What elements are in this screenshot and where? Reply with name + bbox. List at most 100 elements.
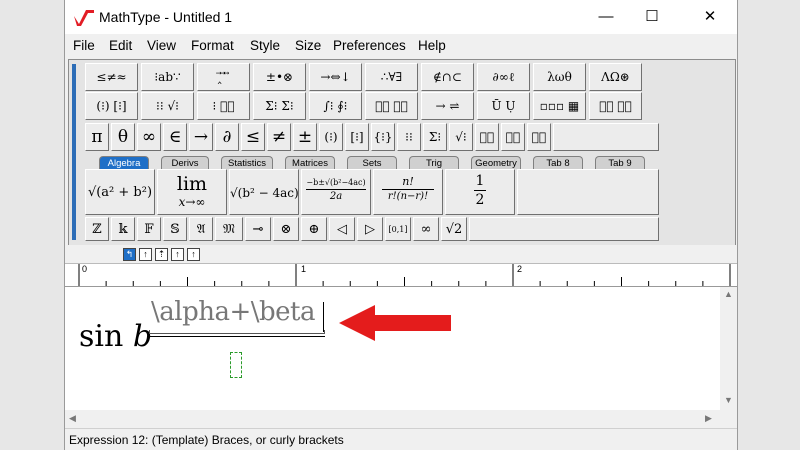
menu-format[interactable]: Format [191,38,234,53]
symbol-double-s[interactable]: 𝕊 [163,217,187,241]
vertical-scrollbar[interactable]: ▲ ▼ [720,287,737,410]
symbol-sqrt-two[interactable]: √2 [441,217,467,241]
template-one-half[interactable]: 1 2 [445,169,515,215]
maximize-button[interactable]: ☐ [629,0,675,34]
palette-relations[interactable]: ≤≠≈ [85,63,138,91]
symbol-row-empty-slot[interactable] [553,123,659,151]
menu-edit[interactable]: Edit [109,38,132,53]
palette-labeled-arrows[interactable]: → ⇌ [421,92,474,120]
palette-sets[interactable]: ∉∩⊂ [421,63,474,91]
palette-bars[interactable]: ⁝⃞ ⁝⃞ [365,92,418,120]
palette-embellishments[interactable]: ‸⃗ ⃗ ⃡ [197,63,250,91]
template-empty-slot[interactable] [517,169,659,215]
menu-help[interactable]: Help [418,38,446,53]
palette-arrows[interactable]: →⇔↓ [309,63,362,91]
symbol-right-triangle[interactable]: ▷ [357,217,383,241]
palette-logic[interactable]: ∴∀∃ [365,63,418,91]
tab-9[interactable]: Tab 9 [595,156,645,169]
symbol-left-triangle[interactable]: ◁ [329,217,355,241]
tab-sets[interactable]: Sets [347,156,397,169]
toolbar-grip[interactable] [72,64,76,240]
palette-misc[interactable]: ∂∞ℓ [477,63,530,91]
scroll-up-arrow-icon[interactable]: ▲ [724,289,733,299]
template-sum[interactable]: Σ⁝ [423,123,447,151]
palette-greek-upper[interactable]: ΛΩ⊛ [589,63,642,91]
symbol-plusminus[interactable]: ± [293,123,317,151]
resize-corner[interactable] [720,410,737,427]
palette-boxes[interactable]: ⁝⃞ ⁝⃞ [589,92,642,120]
symbol-fraktur-a[interactable]: 𝔄 [189,217,213,241]
close-button[interactable]: ✕ [687,0,733,34]
scroll-left-arrow-icon[interactable]: ◀ [69,413,76,424]
symbol-double-k[interactable]: 𝕜 [111,217,135,241]
palette-operators[interactable]: ±•⊗ [253,63,306,91]
nav-button-2[interactable]: ↑ [139,248,152,261]
tab-matrices[interactable]: Matrices [285,156,335,169]
symbol-arrow[interactable]: → [189,123,213,151]
menu-size[interactable]: Size [295,38,321,53]
symbol-fraktur-m[interactable]: 𝔐 [215,217,243,241]
symbol-theta[interactable]: θ [111,123,135,151]
menu-file[interactable]: File [73,38,95,53]
scroll-down-arrow-icon[interactable]: ▼ [724,395,733,405]
symbol-infinity[interactable]: ∞ [137,123,161,151]
palette-spaces[interactable]: ⁝ab∵ [141,63,194,91]
tab-8[interactable]: Tab 8 [533,156,583,169]
template-braces[interactable]: {⁝} [371,123,395,151]
template-discriminant[interactable]: √(b² − 4ac) [229,169,299,215]
symbol-infinity-small[interactable]: ∞ [413,217,439,241]
palette-integrals[interactable]: ∫⁝ ∮⁝ [309,92,362,120]
template-limit[interactable]: lim x→∞ [157,169,227,215]
horizontal-scrollbar[interactable]: ◀ ▶ [65,410,720,427]
template-combination-bottom: r!(n−r)! [387,191,429,202]
symbol-double-z[interactable]: ℤ [85,217,109,241]
menu-style[interactable]: Style [250,38,280,53]
tab-geometry[interactable]: Geometry [471,156,521,169]
template-quadratic[interactable]: −b±√(b²−4ac) 2a [301,169,371,215]
nav-button-1[interactable]: ↰ [123,248,136,261]
equation-editing-area[interactable]: sin b \alpha+\beta [65,287,720,410]
denominator-slot[interactable] [230,352,242,378]
symbol-element-of[interactable]: ∈ [163,123,187,151]
menu-view[interactable]: View [147,38,176,53]
formula-numerator[interactable]: \alpha+\beta [151,297,316,327]
palette-matrices[interactable]: ▫▫▫ ▦ [533,92,586,120]
symbol-interval[interactable]: [0,1] [385,217,411,241]
scroll-right-arrow-icon[interactable]: ▶ [705,413,712,424]
template-parens[interactable]: (⁝) [319,123,343,151]
template-sqrt[interactable]: √⁝ [449,123,473,151]
symbol-otimes[interactable]: ⊗ [273,217,299,241]
template-subsup[interactable]: ⁝⃞ [527,123,551,151]
template-superscript[interactable]: ⁝⃞ [475,123,499,151]
symbol-oplus[interactable]: ⊕ [301,217,327,241]
symbol-multimap[interactable]: ⊸ [245,217,271,241]
template-pythagorean[interactable]: √(a² + b²) [85,169,155,215]
tab-statistics[interactable]: Statistics [221,156,273,169]
menu-preferences[interactable]: Preferences [333,38,406,53]
palette-scripts[interactable]: ⁝ ⁝⃞ [197,92,250,120]
nav-button-4[interactable]: ↑ [171,248,184,261]
symbol-double-f[interactable]: 𝔽 [137,217,161,241]
symbol-partial[interactable]: ∂ [215,123,239,151]
small-row-empty-slot[interactable] [469,217,659,241]
template-subscript[interactable]: ⁝⃞ [501,123,525,151]
palette-products[interactable]: Ū Ụ [477,92,530,120]
tab-trig[interactable]: Trig [409,156,459,169]
window-title: MathType - Untitled 1 [99,9,233,25]
ruler[interactable]: 0 1 2 [65,263,737,287]
nav-button-5[interactable]: ↑ [187,248,200,261]
template-brackets[interactable]: [⁝] [345,123,369,151]
tab-algebra[interactable]: Algebra [99,156,149,169]
symbol-leq[interactable]: ≤ [241,123,265,151]
palette-greek-lower[interactable]: λωθ [533,63,586,91]
tab-derivs[interactable]: Derivs [161,156,209,169]
palette-sums[interactable]: Σ⁝ Σ⁝ [253,92,306,120]
palette-fractions[interactable]: ⁝⁝ √⁝ [141,92,194,120]
template-combination[interactable]: n! r!(n−r)! [373,169,443,215]
palette-fences[interactable]: (⁝) [⁝] [85,92,138,120]
symbol-neq[interactable]: ≠ [267,123,291,151]
minimize-button[interactable]: — [583,0,629,34]
nav-button-3[interactable]: ⇡ [155,248,168,261]
template-fraction[interactable]: ⁝⁝ [397,123,421,151]
symbol-pi[interactable]: π [85,123,109,151]
